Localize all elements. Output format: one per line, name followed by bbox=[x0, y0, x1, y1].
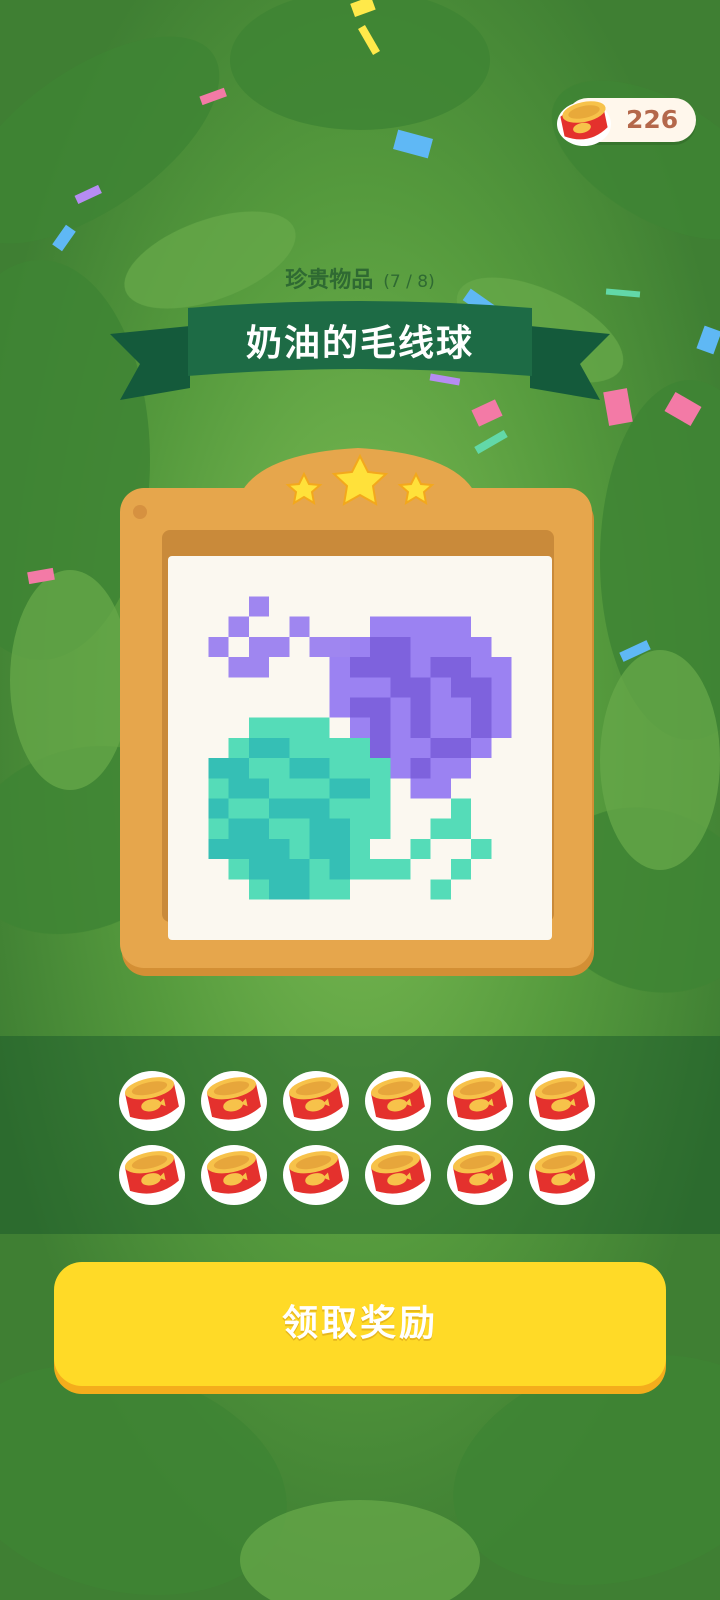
fish-can-icon bbox=[116, 1064, 198, 1138]
category-heading: 珍贵物品 (7 / 8) bbox=[0, 262, 720, 294]
star-icon bbox=[285, 471, 323, 505]
collection-progress: (7 / 8) bbox=[383, 272, 435, 292]
fish-can-icon bbox=[280, 1138, 362, 1212]
fish-can-icon bbox=[198, 1138, 280, 1212]
fish-can-icon bbox=[198, 1064, 280, 1138]
yarn-balls-pixel-art bbox=[168, 556, 552, 940]
star-rating bbox=[285, 453, 435, 506]
fish-can-icon bbox=[280, 1064, 362, 1138]
reward-items bbox=[116, 1064, 606, 1214]
coin-counter[interactable]: 226 bbox=[557, 98, 696, 146]
fish-can-icon bbox=[116, 1138, 198, 1212]
fish-can-icon bbox=[444, 1064, 526, 1138]
item-title: 奶油的毛线球 bbox=[245, 323, 474, 364]
fish-can-icon bbox=[557, 101, 611, 146]
fish-can-icon bbox=[526, 1064, 608, 1138]
fish-can-icon bbox=[444, 1138, 526, 1212]
fish-can-icon bbox=[526, 1138, 608, 1212]
coin-count: 226 bbox=[626, 105, 679, 134]
fish-can-icon bbox=[362, 1138, 444, 1212]
star-icon bbox=[331, 453, 389, 506]
star-icon bbox=[397, 471, 435, 505]
claim-reward-label: 领取奖励 bbox=[281, 1303, 438, 1344]
fish-can-icon bbox=[362, 1064, 444, 1138]
claim-reward-button[interactable]: 领取奖励 bbox=[54, 1262, 666, 1386]
category-label: 珍贵物品 bbox=[285, 268, 374, 293]
